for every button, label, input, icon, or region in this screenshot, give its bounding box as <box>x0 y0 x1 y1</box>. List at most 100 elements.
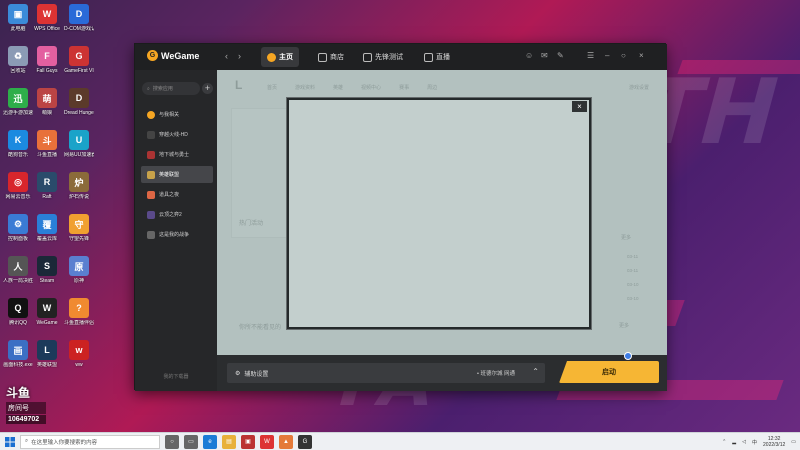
tab-live[interactable]: 直播 <box>418 47 456 67</box>
desktop-icon[interactable]: G GameFirst VI <box>64 46 94 74</box>
chevron-up-icon[interactable]: ⌃ <box>722 439 726 445</box>
message-icon[interactable]: ✉ <box>541 51 548 60</box>
tab-pioneer-test[interactable]: 先锋测试 <box>357 47 409 67</box>
lol-logo: L <box>235 78 243 92</box>
start-button[interactable] <box>0 433 20 450</box>
test-icon <box>363 52 372 62</box>
app-icon: ⚙ <box>8 214 28 234</box>
task-view-icon[interactable]: ▭ <box>184 434 198 449</box>
content-tab[interactable]: 赛事 <box>399 84 409 91</box>
brand[interactable]: G WeGame <box>147 50 199 61</box>
close-button[interactable]: × <box>639 51 644 60</box>
desktop-icon[interactable]: 迅迅游手游加速器 <box>3 88 33 116</box>
desktop-icon[interactable]: D Dread Hunger <box>64 88 94 116</box>
clock[interactable]: 12:32 2022/3/12 <box>763 436 785 448</box>
desktop-icon[interactable]: ◎ 网易云音乐 <box>3 172 33 200</box>
explorer-icon[interactable]: ▤ <box>222 434 236 449</box>
sidebar-search[interactable]: ⌕ 搜索应用 <box>142 82 200 95</box>
desktop-icon[interactable]: ♻ 回收站 <box>3 46 33 74</box>
system-tray: ⌃ ▂ ◁ 中 12:32 2022/3/12 ▭ <box>722 433 796 450</box>
desktop-icon-grid: ▣ 此电脑 W WPS Office D D-COM游戏认证中心 ♻ 回收站 F Fall Guy… <box>0 0 100 432</box>
sidebar-item-war[interactable]: 这是我的战争 <box>141 226 213 243</box>
section-more-link[interactable]: 更多 <box>619 322 629 329</box>
desktop-icon[interactable]: w ww <box>64 340 94 368</box>
sidebar: ⌕ 搜索应用 + 与我相关 穿越火线-HD 地下城与勇士 英雄联盟 道具之夜 云… <box>135 70 217 391</box>
tab-store-label: 商店 <box>330 54 344 61</box>
sidebar-item-lol[interactable]: 英雄联盟 <box>141 166 213 183</box>
home-icon <box>267 52 276 62</box>
wegame-icon[interactable]: G <box>298 434 312 449</box>
server-select[interactable]: • 班德尔城 网通 <box>477 369 515 377</box>
taskbar-search[interactable]: ⌕ 在这里输入你要搜索的内容 <box>20 434 160 449</box>
desktop-icon[interactable]: U 网易UU加速器 <box>64 130 94 158</box>
desktop-icon[interactable]: W WeGame <box>32 298 62 326</box>
close-icon[interactable]: × <box>572 101 587 112</box>
minimize-button[interactable]: – <box>605 51 609 60</box>
app-icon: D <box>69 88 89 108</box>
notification-icon[interactable]: ▭ <box>791 439 796 445</box>
tab-store[interactable]: 商店 <box>312 47 350 67</box>
dnf-icon <box>147 150 155 159</box>
desktop-icon[interactable]: Q 腾讯QQ <box>3 298 33 326</box>
sidebar-item-crossfire[interactable]: 穿越火线-HD <box>141 126 213 143</box>
desktop-icon[interactable]: F Fall Guys <box>32 46 62 74</box>
news-date: 03-10 <box>627 282 639 287</box>
language-indicator[interactable]: 中 <box>752 439 757 446</box>
sidebar-item-dnf[interactable]: 地下城与勇士 <box>141 146 213 163</box>
desktop-icon[interactable]: ⚙ 控制面板 <box>3 214 33 242</box>
desktop-icon[interactable]: 萌萌娘 <box>32 88 62 116</box>
taskbar: ⌕ 在这里输入你要搜索的内容 ○ ▭ e ▤ ▣ W ▲ G ⌃ ▂ ◁ 中 12:32 20… <box>0 432 800 450</box>
desktop-icon[interactable]: S Steam <box>32 256 62 284</box>
chevron-up-icon[interactable]: ⌃ <box>532 367 539 376</box>
desktop-icon[interactable]: R Raft <box>32 172 62 200</box>
app-icon: 炉 <box>69 172 89 192</box>
app-red-icon[interactable]: ▣ <box>241 434 255 449</box>
forward-arrow-icon[interactable]: › <box>238 51 241 61</box>
sidebar-footer[interactable]: 我的下载器 <box>135 373 217 380</box>
add-game-button[interactable]: + <box>202 83 213 94</box>
content-tab[interactable]: 周边 <box>427 84 437 91</box>
desktop-icon[interactable]: L 英雄联盟 <box>32 340 62 368</box>
taskbar-search-placeholder: 在这里输入你要搜索的内容 <box>31 439 98 446</box>
content-tab[interactable]: 英雄 <box>333 84 343 91</box>
desktop-icon[interactable]: 守守望先锋 <box>64 214 94 242</box>
friends-icon[interactable]: ☺ <box>525 51 533 60</box>
app-icon: 萌 <box>37 88 57 108</box>
app-icon: 覆 <box>37 214 57 234</box>
desktop-icon[interactable]: 人人族一局决胜 Human Fa... <box>3 256 33 284</box>
desktop-icon[interactable]: ? 斗鱼直播伴侣 <box>64 298 94 326</box>
sidebar-item-related[interactable]: 与我相关 <box>141 106 213 123</box>
desktop-icon[interactable]: W WPS Office <box>32 4 62 32</box>
cortana-icon[interactable]: ○ <box>165 434 179 449</box>
app-icon: U <box>69 130 89 150</box>
tab-home[interactable]: 主页 <box>261 47 299 67</box>
app-orange-icon[interactable]: ▲ <box>279 434 293 449</box>
desktop-icon[interactable]: D D-COM游戏认证中心 <box>64 4 94 32</box>
desktop-icon[interactable]: 原原神 <box>64 256 94 284</box>
desktop-icon[interactable]: K 酷狗音乐 <box>3 130 33 158</box>
desktop-icon[interactable]: ▣ 此电脑 <box>3 4 33 32</box>
desktop-icon[interactable]: 覆覆盖云库 <box>32 214 62 242</box>
content-tab[interactable]: 首页 <box>267 84 277 91</box>
desktop-icon[interactable]: 画画面科技.exe <box>3 340 33 368</box>
desktop-icon[interactable]: 斗斗鱼直播 <box>32 130 62 158</box>
sidebar-item-night[interactable]: 道具之夜 <box>141 186 213 203</box>
network-icon[interactable]: ▂ <box>732 439 736 445</box>
app-icon: S <box>37 256 57 276</box>
menu-icon[interactable]: ☰ <box>587 51 594 60</box>
back-arrow-icon[interactable]: ‹ <box>225 51 228 61</box>
content-tab[interactable]: 视频中心 <box>361 84 381 91</box>
sidebar-item-tft[interactable]: 云顶之弈2 <box>141 206 213 223</box>
skin-icon[interactable]: ✎ <box>557 51 564 60</box>
maximize-button[interactable]: ○ <box>621 51 626 60</box>
game-settings-link[interactable]: 游戏设置 <box>629 84 649 91</box>
tab-live-label: 直播 <box>436 54 450 61</box>
news-more-link[interactable]: 更多 <box>621 234 631 241</box>
edge-icon[interactable]: e <box>203 434 217 449</box>
tft-icon <box>147 210 155 219</box>
launch-button[interactable]: 启动 <box>559 361 659 383</box>
desktop-icon[interactable]: 炉炉石传说 <box>64 172 94 200</box>
content-tab[interactable]: 游戏资料 <box>295 84 315 91</box>
volume-icon[interactable]: ◁ <box>742 439 746 445</box>
wps-icon[interactable]: W <box>260 434 274 449</box>
